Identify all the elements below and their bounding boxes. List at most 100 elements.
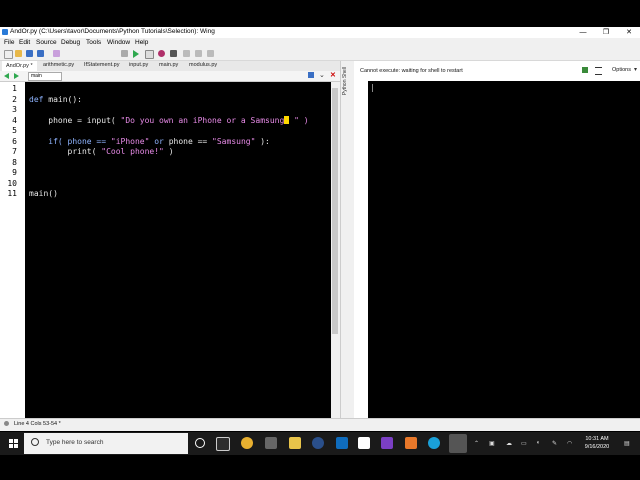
cortana-icon[interactable]	[195, 438, 205, 448]
pen-icon[interactable]: ✎	[552, 440, 557, 447]
keyword: or	[149, 136, 169, 146]
file-explorer-icon[interactable]	[289, 437, 301, 449]
notifications-icon[interactable]: ▤	[624, 440, 630, 447]
wing-ide-icon[interactable]	[449, 434, 467, 453]
tab-python-shell[interactable]: Python Shell	[342, 67, 348, 95]
menu-bar: File Edit Source Debug Tools Window Help	[0, 38, 640, 48]
line-number: 4	[12, 115, 17, 125]
tab-main[interactable]: main.py	[159, 62, 178, 68]
shell-status-message: Cannot execute: waiting for shell to res…	[360, 68, 463, 74]
edge-icon[interactable]	[428, 437, 440, 449]
wing-app-icon	[2, 29, 8, 35]
restore-button[interactable]: ❐	[595, 27, 617, 38]
code-text: main()	[29, 189, 58, 198]
options-button[interactable]: Options	[612, 67, 631, 73]
calculator-icon[interactable]	[265, 437, 277, 449]
system-clock[interactable]: 10:31 AM 9/16/2020	[576, 435, 618, 451]
code-line[interactable]: phone = input( "Do you own an iPhone or …	[29, 115, 309, 125]
save-icon[interactable]	[26, 50, 33, 57]
python-shell-output[interactable]	[368, 81, 640, 418]
editor-nav-bar: main ⌄ ✕	[0, 71, 340, 82]
tab-arithmetic[interactable]: arithmetic.py	[43, 62, 74, 68]
outlook-icon[interactable]	[336, 437, 348, 449]
pin-icon[interactable]	[308, 72, 314, 78]
string-literal: "iPhone"	[110, 136, 150, 146]
minimize-button[interactable]: —	[572, 27, 594, 38]
run-icon[interactable]	[133, 50, 139, 58]
camera-icon[interactable]: ▣	[489, 440, 495, 447]
github-icon[interactable]	[358, 437, 370, 449]
menu-source[interactable]: Source	[36, 39, 57, 46]
chevron-down-icon[interactable]: ▾	[634, 66, 637, 73]
status-bar: Line 4 Cols 53-54 *	[0, 418, 640, 431]
clock-date: 9/16/2020	[584, 444, 610, 450]
code-editor[interactable]: 1 2 3 4 5 6 7 8 9 10 11 def main(): phon…	[0, 82, 331, 418]
indent-icon[interactable]	[121, 50, 128, 57]
search-placeholder: Type here to search	[46, 439, 104, 446]
line-number: 7	[12, 147, 17, 156]
menu-tools[interactable]: Tools	[86, 39, 101, 46]
media-icon[interactable]	[312, 437, 324, 449]
paint-icon[interactable]	[405, 437, 417, 449]
restart-shell-icon[interactable]	[582, 67, 588, 73]
code-text: )	[163, 147, 174, 156]
line-number: 3	[12, 105, 17, 114]
string-literal: " )	[289, 115, 309, 125]
line-number: 9	[12, 168, 17, 177]
forward-arrow-icon[interactable]	[14, 73, 19, 79]
code-line[interactable]: main()	[29, 189, 58, 198]
menu-help[interactable]: Help	[135, 39, 148, 46]
clock-time: 10:31 AM	[585, 436, 609, 442]
scrollbar-thumb[interactable]	[332, 88, 338, 334]
taskbar-search-box[interactable]: Type here to search	[24, 433, 188, 454]
debug-bug-icon[interactable]	[158, 50, 165, 57]
menu-file[interactable]: File	[4, 39, 14, 46]
save-all-icon[interactable]	[37, 50, 44, 57]
menu-lines-icon[interactable]	[595, 67, 602, 75]
open-folder-icon[interactable]	[15, 50, 22, 57]
code-line[interactable]: print( "Cool phone!" )	[29, 147, 174, 156]
code-line[interactable]: if( phone == "iPhone" or phone == "Samsu…	[29, 137, 270, 146]
scope-dropdown[interactable]: main	[28, 72, 62, 81]
step-icon[interactable]	[145, 50, 154, 59]
toolbar	[0, 48, 640, 61]
code-line[interactable]: def main():	[29, 95, 82, 104]
search-icon	[31, 438, 39, 446]
tab-input[interactable]: input.py	[129, 62, 148, 68]
onenote-icon[interactable]	[381, 437, 393, 449]
tab-modulus[interactable]: modulus.py	[189, 62, 217, 68]
tab-ifstatement[interactable]: IfStatement.py	[84, 62, 119, 68]
tab-andor[interactable]: AndOr.py *	[2, 61, 37, 71]
menu-window[interactable]: Window	[107, 39, 130, 46]
task-view-icon[interactable]	[216, 437, 230, 451]
line-number: 5	[12, 126, 17, 135]
chrome-icon[interactable]	[241, 437, 253, 449]
windows-taskbar: Type here to search ⌃ ▣ ☁ ▭ ◖ ✎ ◠ 10:31 …	[0, 432, 640, 455]
string-literal: "Cool phone!"	[101, 147, 164, 156]
step-out-icon[interactable]	[207, 50, 214, 57]
settings-gear-icon[interactable]	[4, 421, 9, 426]
menu-debug[interactable]: Debug	[61, 39, 80, 46]
editor-vertical-scrollbar[interactable]	[331, 82, 340, 418]
close-button[interactable]: ✕	[618, 27, 640, 38]
step-into-icon[interactable]	[183, 50, 190, 57]
keyword: def	[29, 94, 44, 104]
chevron-down-icon[interactable]: ⌄	[319, 71, 325, 79]
step-over-icon[interactable]	[195, 50, 202, 57]
window-title: AndOr.py (C:\Users\tavor\Documents\Pytho…	[10, 28, 215, 35]
tool-tab-strip: Python Shell	[340, 61, 355, 418]
new-file-icon[interactable]	[4, 50, 13, 59]
network-icon[interactable]: ◠	[567, 440, 572, 447]
stop-icon[interactable]	[170, 50, 177, 57]
back-arrow-icon[interactable]	[4, 73, 9, 79]
search-icon[interactable]	[53, 50, 60, 57]
windows-start-icon[interactable]	[9, 439, 18, 448]
line-number: 10	[7, 178, 17, 188]
chevron-up-icon[interactable]: ⌃	[474, 440, 479, 447]
close-editor-icon[interactable]: ✕	[330, 71, 336, 79]
shell-caret	[372, 84, 373, 92]
cloud-icon[interactable]: ☁	[506, 440, 512, 447]
menu-edit[interactable]: Edit	[19, 39, 30, 46]
volume-icon[interactable]: ◖	[536, 440, 540, 446]
battery-icon[interactable]: ▭	[521, 440, 527, 447]
